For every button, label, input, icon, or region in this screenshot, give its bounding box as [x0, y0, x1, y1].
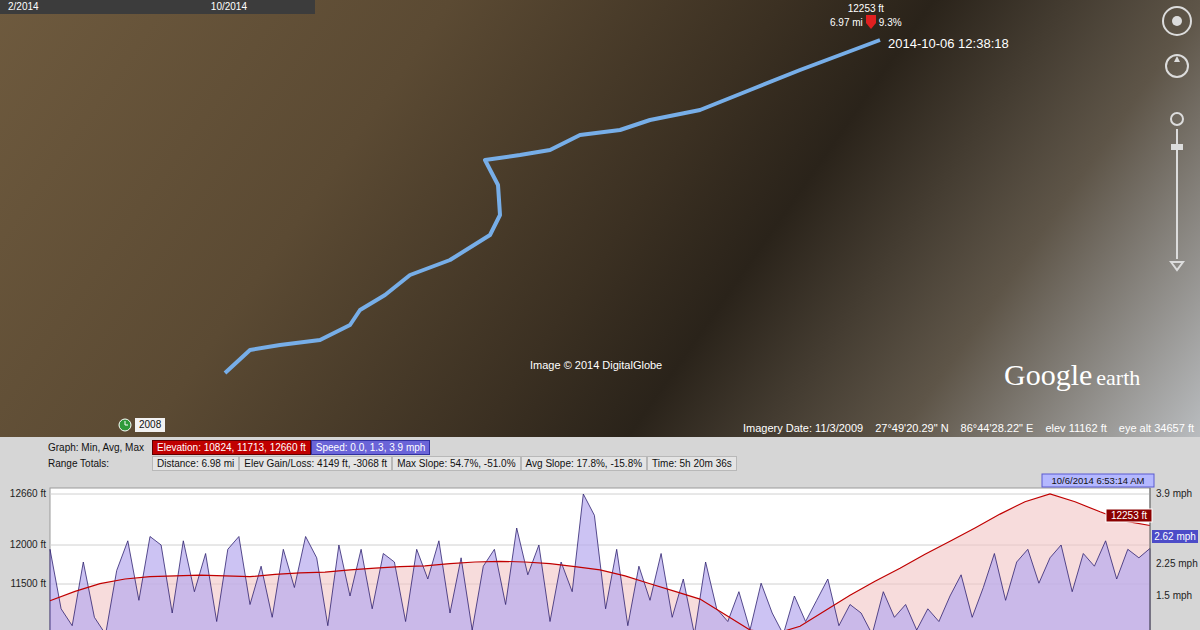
svg-text:2.62 mph: 2.62 mph [1154, 531, 1196, 542]
right-tick: 2.25 mph [1156, 558, 1198, 569]
series-toggle[interactable]: Speed: 0.0, 1.3, 3.9 mph [311, 440, 431, 455]
grid-line [50, 494, 1150, 495]
range-totals-label: Range Totals: [48, 457, 152, 470]
range-total: Elev Gain/Loss: 4149 ft, -3068 ft [239, 456, 392, 471]
historical-imagery-badge[interactable]: 2008 [118, 418, 165, 432]
left-tick: 11500 ft [11, 578, 47, 589]
google-earth-window: 2/201410/201412253 ft6.97 mi9.3%2014-10-… [0, 0, 1200, 630]
cursor-speed-label: 2.62 mph [1152, 530, 1198, 543]
status-bar: Imagery Date: 11/3/2009 27°49'20.29" N 86°… [743, 421, 1194, 435]
range-totals-row: Range Totals:Distance: 6.98 miElev Gain/… [0, 456, 1200, 471]
imagery-date: Imagery Date: 11/3/2009 [743, 421, 863, 435]
left-tick: 12660 ft [10, 488, 46, 499]
elevation-area [50, 494, 1150, 630]
range-total: Time: 5h 20m 36s [647, 456, 737, 471]
cursor-time-label: 10/6/2014 6:53:14 AM [1042, 474, 1154, 487]
eye-altitude: eye alt 34657 ft [1119, 421, 1194, 435]
elevation-profile-panel: Graph: Min, Avg, MaxElevation: 10824, 11… [0, 437, 1200, 630]
graph-legend-row: Graph: Min, Avg, MaxElevation: 10824, 11… [0, 440, 1200, 455]
pin-slope: 9.3% [879, 16, 902, 29]
time-slider[interactable]: 2/2014 10/2014 [0, 0, 315, 14]
google-earth-logo: Googleearth [1004, 360, 1140, 390]
profile-chart[interactable]: 12660 ft 12000 ft 11500 ft 3.9 mph 2.25 mph 1… [0, 471, 1200, 630]
pin-distance: 6.97 mi [830, 16, 863, 29]
cursor-elevation-label: 12253 ft [1106, 509, 1152, 522]
pin-timestamp: 2014-10-06 12:38:18 [888, 34, 1009, 54]
svg-text:12253 ft: 12253 ft [1111, 510, 1147, 521]
navigation-controls-icon[interactable] [1160, 4, 1194, 274]
series-toggle[interactable]: Elevation: 10824, 11713, 12660 ft [152, 440, 311, 455]
clock-icon [118, 418, 132, 432]
elevation-line [50, 494, 1150, 630]
track-pin[interactable]: 12253 ft6.97 mi 9.3% [830, 2, 902, 29]
pin-icon [866, 15, 876, 29]
pin-elevation: 12253 ft [848, 2, 884, 15]
speed-area [50, 494, 1150, 630]
right-tick: 1.5 mph [1156, 590, 1192, 601]
range-total: Distance: 6.98 mi [152, 456, 239, 471]
graph-label: Graph: Min, Avg, Max [48, 441, 152, 454]
right-tick: 3.9 mph [1156, 488, 1192, 499]
map-view[interactable]: 2/2014 10/2014 12253 ft6.97 mi 9.3% 2014-10-… [0, 0, 1200, 437]
elevation: elev 11162 ft [1045, 421, 1106, 435]
time-slider-end: 10/2014 [211, 1, 247, 13]
longitude: 86°44'28.22" E [961, 421, 1034, 435]
attribution: Image © 2014 DigitalGlobe [530, 357, 662, 374]
range-total: Max Slope: 54.7%, -51.0% [392, 456, 520, 471]
range-total: Avg Slope: 17.8%, -15.8% [521, 456, 648, 471]
svg-text:10/6/2014 6:53:14 AM: 10/6/2014 6:53:14 AM [1052, 475, 1145, 486]
chart-area: 12660 ft 12000 ft 11500 ft 3.9 mph 2.25 mph 1… [0, 471, 1200, 630]
time-slider-start: 2/2014 [8, 1, 39, 13]
left-tick: 12000 ft [10, 539, 46, 550]
latitude: 27°49'20.29" N [875, 421, 948, 435]
